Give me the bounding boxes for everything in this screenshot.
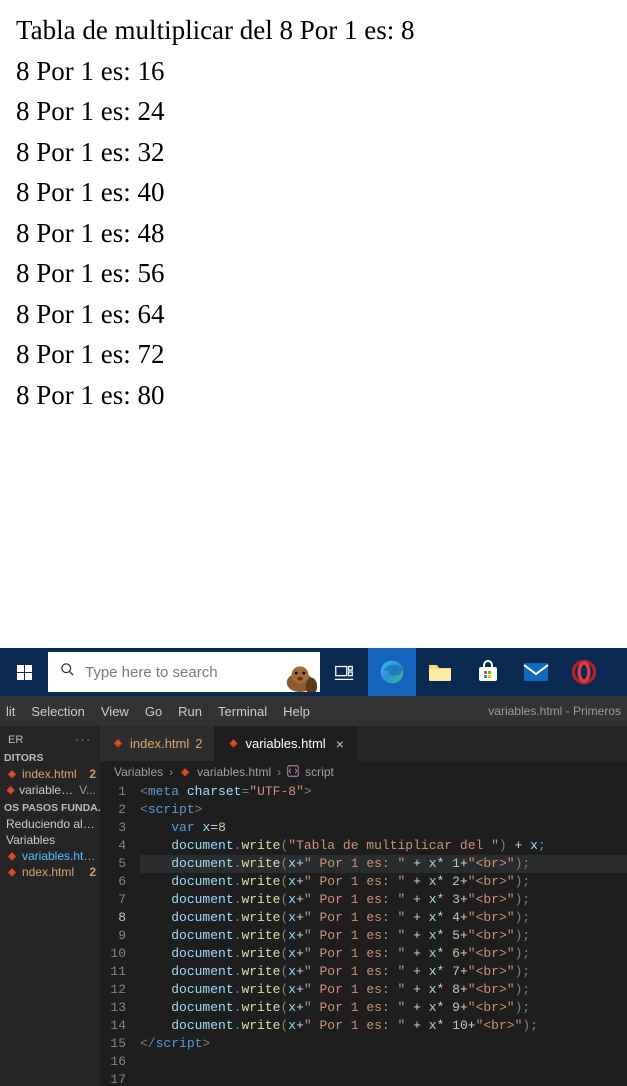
breadcrumb[interactable]: Variables › ◈ variables.html › script [100,761,627,783]
mail-icon[interactable] [512,648,560,696]
edge-browser-icon[interactable] [368,648,416,696]
close-icon[interactable]: × [336,736,344,752]
multiplication-line: Tabla de multiplicar del 8 Por 1 es: 88 … [16,15,415,410]
tab-index[interactable]: ◈ index.html 2 [100,726,215,761]
file-item[interactable]: ◈ ndex.html 2 [0,864,100,880]
editor-column: ◈ index.html 2 ◈ variables.html × Variab… [100,726,627,1086]
search-beaver-icon [280,652,320,692]
more-icon[interactable]: ··· [75,734,92,746]
desktop-bottom: lit Selection View Go Run Terminal Help … [0,648,627,1086]
html5-icon: ◈ [6,867,18,878]
code-editor[interactable]: 12345678910111213141516171819 <meta char… [100,783,627,1086]
taskbar-icons [320,648,608,696]
html5-icon: ◈ [179,767,191,778]
menu-terminal[interactable]: Terminal [218,704,267,719]
file-item-active[interactable]: ◈ variables.html [0,848,100,864]
html5-icon: ◈ [227,738,239,749]
search-icon [60,662,75,682]
script-icon [287,765,299,780]
chevron-right-icon: › [277,765,281,779]
windows-icon [17,665,32,680]
microsoft-store-icon[interactable] [464,648,512,696]
menu-selection[interactable]: Selection [31,704,84,719]
start-button[interactable] [0,648,48,696]
menu-go[interactable]: Go [145,704,162,719]
taskbar-search[interactable] [48,652,320,692]
task-view-button[interactable] [320,648,368,696]
html5-icon: ◈ [6,769,18,780]
folder-item[interactable]: Reduciendo altera... [0,816,100,832]
browser-output: Tabla de multiplicar del 8 Por 1 es: 88 … [0,0,627,425]
vscode-menubar: lit Selection View Go Run Terminal Help … [0,696,627,726]
folder-head[interactable]: OS PASOS FUNDA... [0,798,100,816]
menu-run[interactable]: Run [178,704,202,719]
folder-item[interactable]: Variables [0,832,100,848]
html5-icon: ◈ [112,738,124,749]
file-explorer-icon[interactable] [416,648,464,696]
menu-edit[interactable]: lit [6,704,15,719]
vscode-window: lit Selection View Go Run Terminal Help … [0,696,627,1086]
editor-tabs: ◈ index.html 2 ◈ variables.html × [100,726,627,761]
vscode-sidebar: ER ··· DITORS ◈ index.html 2 ◈ variables… [0,726,100,1086]
opera-icon[interactable] [560,648,608,696]
html5-icon: ◈ [6,851,18,862]
open-editors-head[interactable]: DITORS [0,748,100,766]
windows-taskbar [0,648,627,696]
open-editor-item[interactable]: ◈ index.html 2 [0,766,100,782]
html5-icon: ◈ [6,785,15,796]
line-gutter: 12345678910111213141516171819 [100,783,140,1086]
open-editor-item[interactable]: ◈ variables.html V... [0,782,100,798]
window-title: variables.html - Primeros [488,704,621,718]
explorer-head: ER ··· [0,730,100,748]
tab-variables[interactable]: ◈ variables.html × [215,726,356,761]
code-content[interactable]: <meta charset="UTF-8"><script> var x=8 d… [140,783,627,1086]
chevron-right-icon: › [169,765,173,779]
menu-view[interactable]: View [101,704,129,719]
search-input[interactable] [85,664,308,681]
menu-help[interactable]: Help [283,704,310,719]
